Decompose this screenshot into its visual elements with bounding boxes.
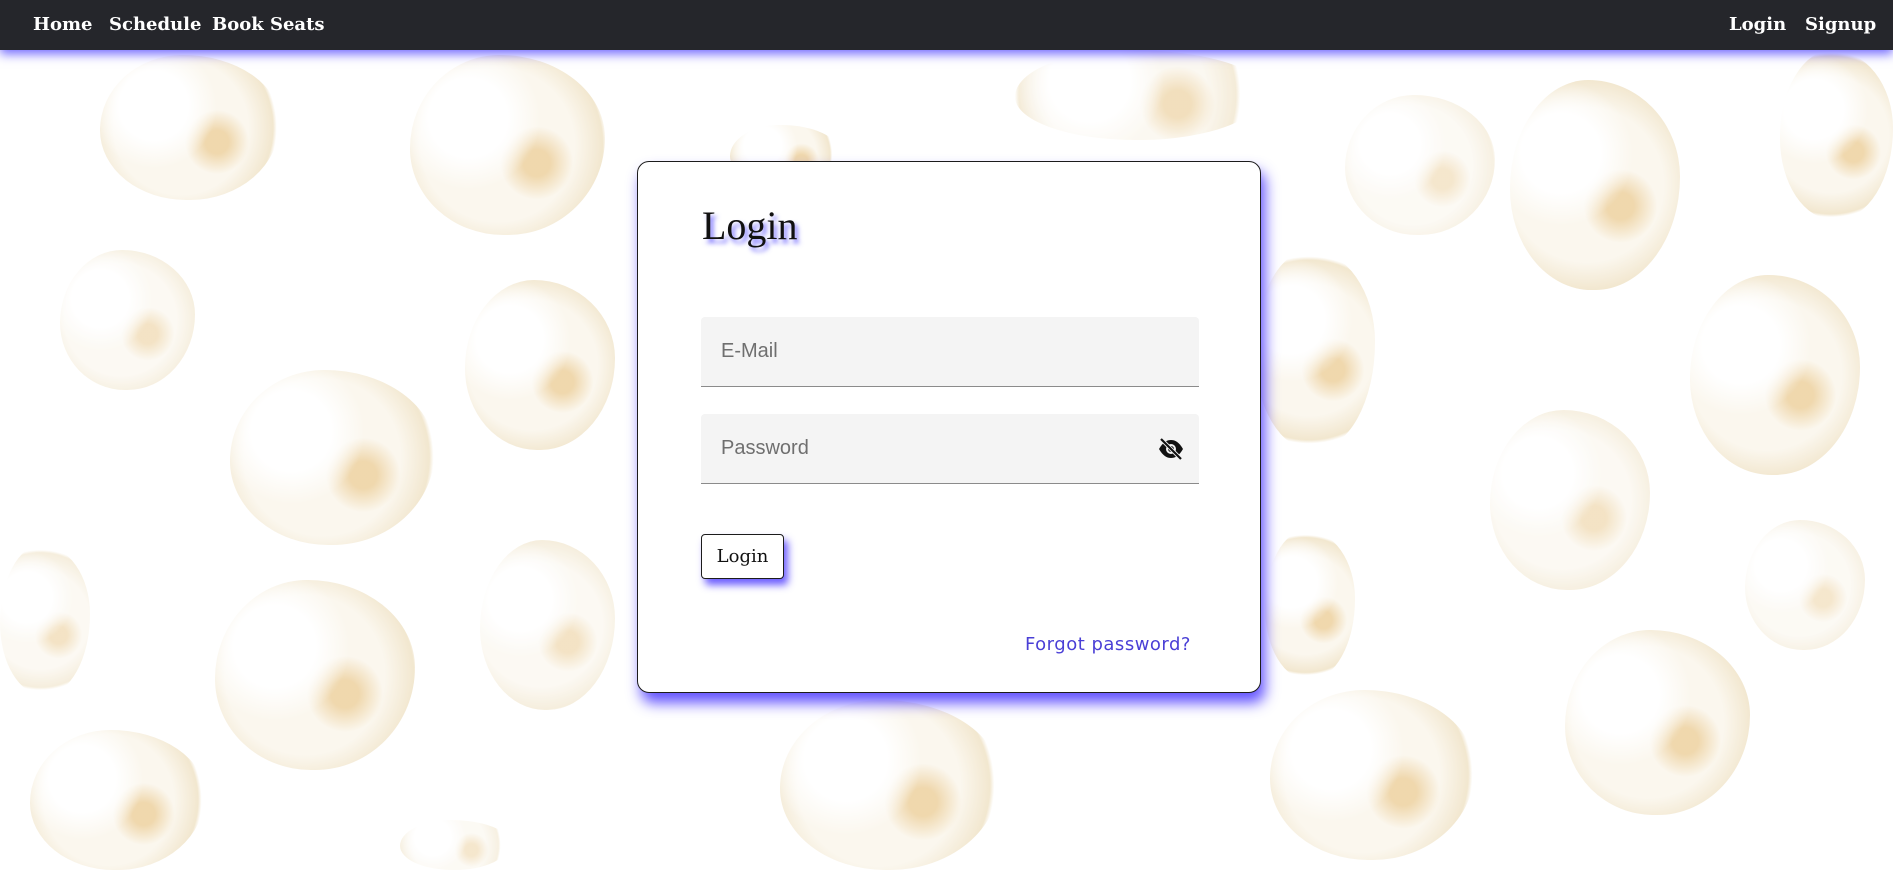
popcorn-kernel: [1015, 50, 1265, 140]
popcorn-kernel: [30, 730, 205, 870]
popcorn-kernel: [1745, 520, 1865, 650]
popcorn-kernel: [0, 545, 90, 695]
nav-book-seats-link[interactable]: Book Seats: [212, 0, 325, 50]
nav-schedule-link[interactable]: Schedule: [109, 0, 201, 50]
password-input[interactable]: [701, 414, 1199, 483]
nav-signup-link[interactable]: Signup: [1805, 0, 1876, 50]
nav-login-link[interactable]: Login: [1729, 0, 1786, 50]
popcorn-kernel: [410, 55, 605, 235]
popcorn-kernel: [480, 540, 615, 710]
login-title: Login: [702, 203, 798, 248]
login-card: Login Login Forgot password?: [637, 161, 1261, 693]
popcorn-kernel: [1490, 410, 1650, 590]
email-field-container: [701, 317, 1199, 387]
popcorn-kernel: [400, 820, 510, 870]
popcorn-kernel: [1265, 530, 1355, 680]
email-input[interactable]: [701, 317, 1199, 386]
login-submit-button[interactable]: Login: [701, 534, 784, 579]
popcorn-kernel: [1565, 630, 1750, 815]
popcorn-kernel: [780, 700, 1000, 870]
password-field-container: [701, 414, 1199, 484]
popcorn-kernel: [100, 55, 280, 200]
eye-off-icon[interactable]: [1157, 437, 1185, 461]
popcorn-kernel: [1345, 95, 1495, 235]
popcorn-kernel: [1270, 690, 1475, 860]
popcorn-kernel: [465, 280, 615, 450]
forgot-password-link[interactable]: Forgot password?: [1025, 634, 1191, 655]
popcorn-kernel: [1690, 275, 1860, 475]
popcorn-kernel: [215, 580, 415, 770]
popcorn-kernel: [1255, 250, 1375, 450]
popcorn-kernel: [60, 250, 195, 390]
top-navbar: Home Schedule Book Seats Login Signup: [0, 0, 1893, 50]
nav-home-link[interactable]: Home: [33, 0, 93, 50]
popcorn-kernel: [1510, 80, 1680, 290]
popcorn-kernel: [1780, 50, 1893, 220]
popcorn-kernel: [230, 370, 435, 545]
